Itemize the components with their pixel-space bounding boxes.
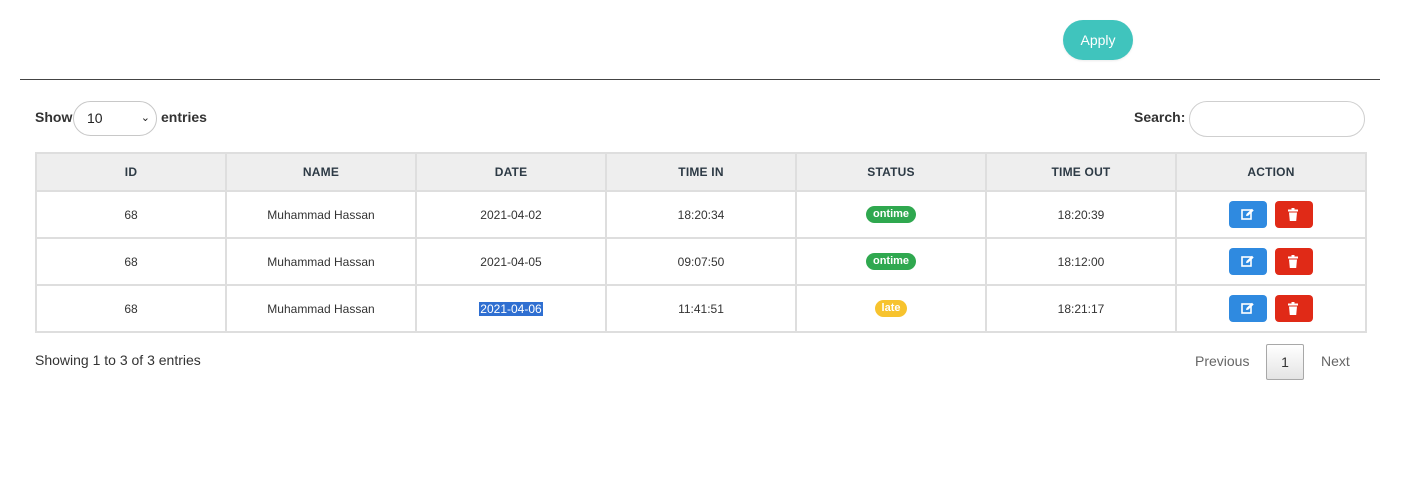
cell-date: 2021-04-05 [415,237,607,286]
table-header-row: ID NAME DATE TIME IN STATUS TIME OUT ACT… [35,152,1367,192]
cell-id: 68 [35,237,227,286]
column-header-name[interactable]: NAME [225,152,417,192]
delete-button[interactable] [1274,295,1313,322]
search-label: Search: [1134,109,1186,125]
status-badge: late [874,300,908,317]
cell-time-out: 18:21:17 [985,284,1177,333]
table-info: Showing 1 to 3 of 3 entries [35,352,201,368]
column-header-action: ACTION [1175,152,1367,192]
trash-icon [1287,255,1298,268]
cell-time-out: 18:12:00 [985,237,1177,286]
edit-button[interactable] [1229,295,1268,322]
cell-time-in: 09:07:50 [605,237,797,286]
chevron-down-icon: ⌄ [140,112,150,124]
cell-time-in: 11:41:51 [605,284,797,333]
cell-id: 68 [35,190,227,239]
cell-status: ontime [795,190,987,239]
selected-date-text: 2021-04-06 [479,301,543,316]
table-row: 68 Muhammad Hassan 2021-04-05 09:07:50 o… [35,237,1367,286]
entries-label: entries [161,109,207,125]
divider [20,79,1380,80]
status-badge: ontime [865,253,917,270]
cell-status: late [795,284,987,333]
pagination-previous[interactable]: Previous [1195,353,1249,369]
delete-button[interactable] [1274,248,1313,275]
column-header-time-in[interactable]: TIME IN [605,152,797,192]
cell-action [1175,284,1367,333]
table-row: 68 Muhammad Hassan 2021-04-06 11:41:51 l… [35,284,1367,333]
edit-button[interactable] [1229,248,1268,275]
pagination-next[interactable]: Next [1321,353,1350,369]
cell-name: Muhammad Hassan [225,237,417,286]
column-header-status[interactable]: STATUS [795,152,987,192]
cell-id: 68 [35,284,227,333]
search-input[interactable] [1189,101,1365,137]
cell-name: Muhammad Hassan [225,284,417,333]
cell-name: Muhammad Hassan [225,190,417,239]
table-row: 68 Muhammad Hassan 2021-04-02 18:20:34 o… [35,190,1367,239]
delete-button[interactable] [1274,201,1313,228]
apply-button[interactable]: Apply [1063,20,1133,60]
edit-icon [1241,302,1255,314]
cell-action [1175,190,1367,239]
cell-date: 2021-04-02 [415,190,607,239]
edit-button[interactable] [1229,201,1268,228]
cell-action [1175,237,1367,286]
pagination-page-1[interactable]: 1 [1266,344,1304,380]
edit-icon [1241,255,1255,267]
entries-select-value: 10 [87,110,103,126]
status-badge: ontime [865,206,917,223]
show-label: Show [35,109,73,125]
trash-icon [1287,302,1298,315]
edit-icon [1241,208,1255,220]
cell-status: ontime [795,237,987,286]
entries-per-page-select[interactable]: 10 ⌄ [73,101,157,136]
trash-icon [1287,208,1298,221]
attendance-table: ID NAME DATE TIME IN STATUS TIME OUT ACT… [35,152,1367,333]
column-header-date[interactable]: DATE [415,152,607,192]
column-header-time-out[interactable]: TIME OUT [985,152,1177,192]
cell-time-in: 18:20:34 [605,190,797,239]
column-header-id[interactable]: ID [35,152,227,192]
cell-time-out: 18:20:39 [985,190,1177,239]
cell-date: 2021-04-06 [415,284,607,333]
